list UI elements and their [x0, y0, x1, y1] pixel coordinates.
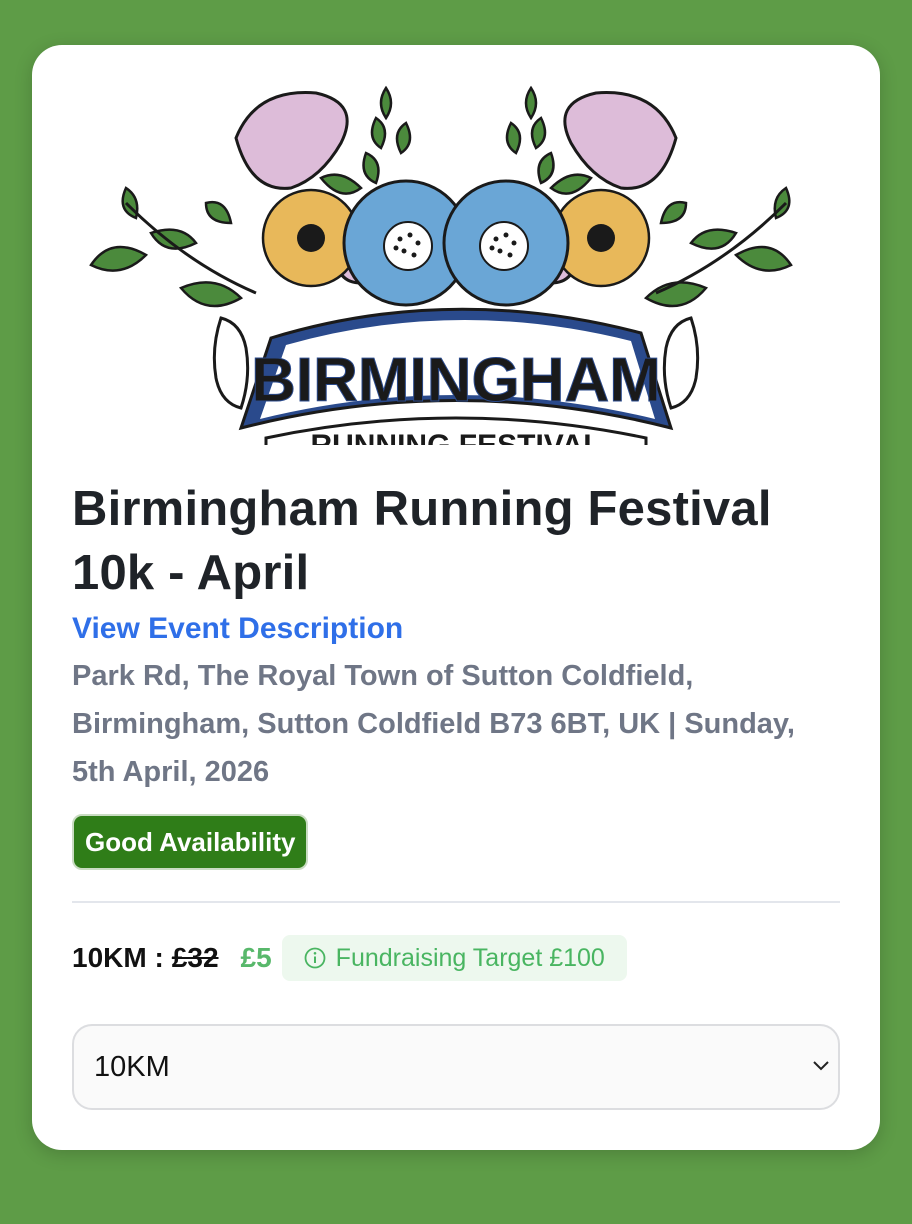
price-row: 10KM : £32 £5 Fundraising Target £100 — [72, 935, 627, 981]
fundraising-target-text: Fundraising Target £100 — [335, 943, 605, 972]
event-card: BIRMINGHAM RUNNING FESTIVAL Birmingham R… — [32, 45, 880, 1150]
event-location-date: Park Rd, The Royal Town of Sutton Coldfi… — [72, 660, 795, 788]
event-title: Birmingham Running Festival 10k - April — [72, 482, 772, 600]
fundraising-target-chip: Fundraising Target £100 — [281, 935, 627, 981]
distance-select[interactable]: 10KM — [72, 1024, 840, 1110]
discounted-price: £5 — [240, 942, 272, 973]
info-icon — [304, 947, 326, 969]
availability-badge: Good Availability — [72, 814, 309, 870]
original-price: £32 — [171, 942, 219, 973]
distance-label: 10KM : — [72, 942, 164, 973]
distance-select-value: 10KM — [94, 1050, 170, 1083]
chevron-down-icon — [813, 1061, 829, 1071]
divider — [72, 901, 840, 903]
logo-sub-text: RUNNING FESTIVAL — [310, 429, 601, 445]
logo-banner-text: BIRMINGHAM — [251, 346, 661, 415]
festival-logo-image: BIRMINGHAM RUNNING FESTIVAL — [89, 85, 793, 445]
view-event-description-link[interactable]: View Event Description — [72, 609, 403, 649]
event-logo: BIRMINGHAM RUNNING FESTIVAL — [86, 83, 826, 445]
